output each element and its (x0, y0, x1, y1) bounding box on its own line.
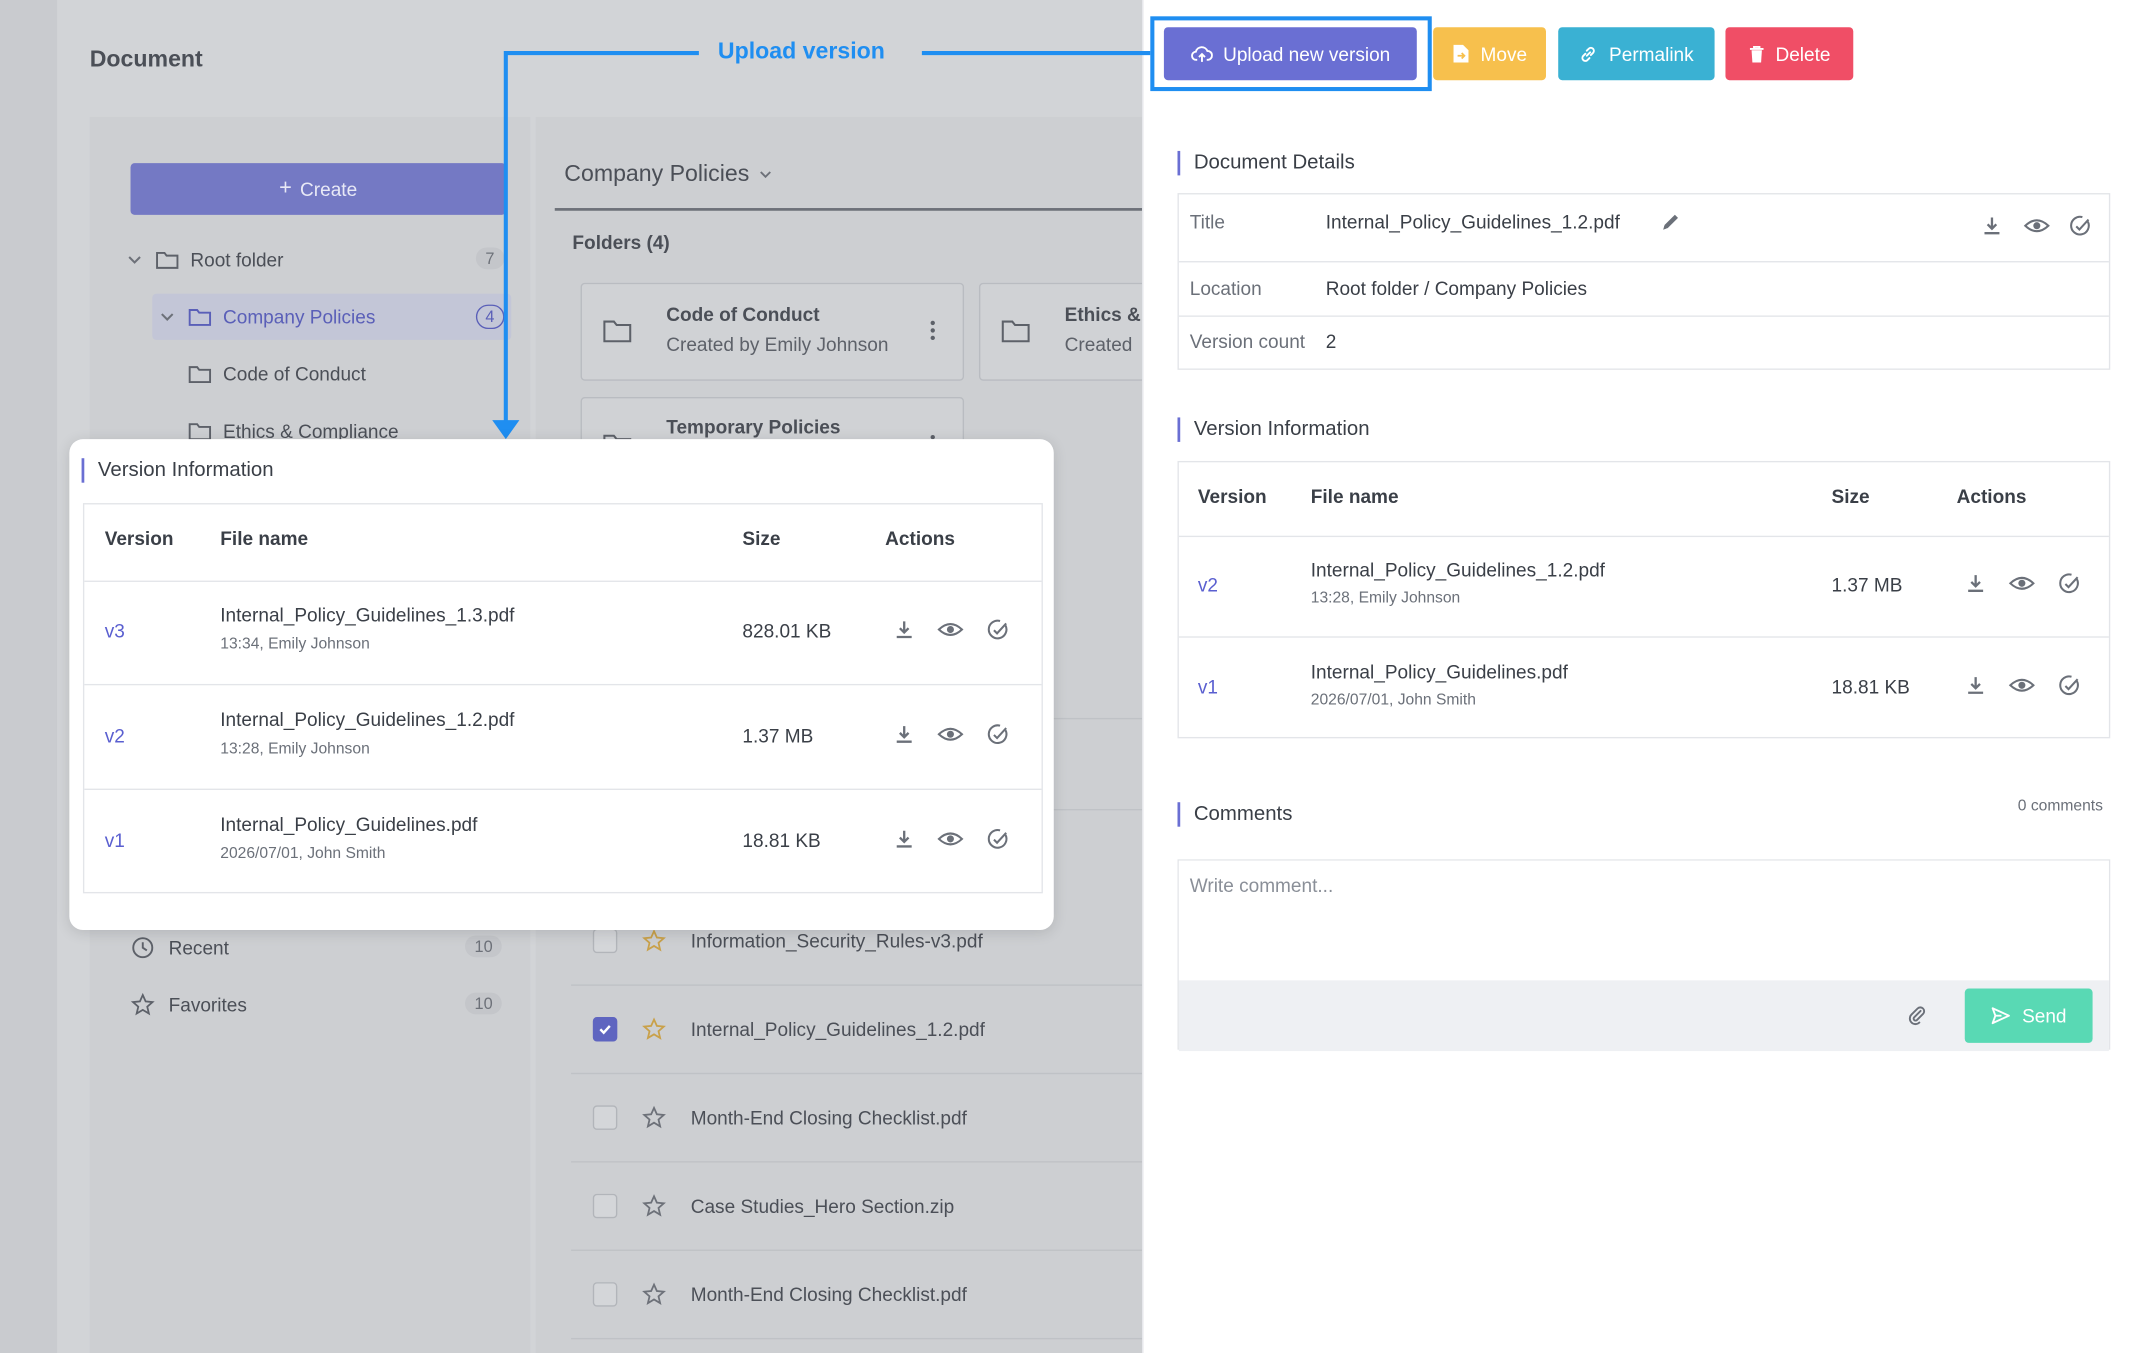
column-header-actions: Actions (885, 527, 955, 550)
eye-icon[interactable] (937, 619, 964, 641)
eye-icon[interactable] (937, 828, 964, 850)
download-icon[interactable] (893, 723, 915, 745)
callout-label: Upload version (717, 38, 885, 64)
column-header-size: Size (742, 527, 781, 550)
version-file-name: Internal_Policy_Guidelines.pdf (220, 813, 478, 835)
restore-check-icon[interactable] (986, 617, 1010, 641)
version-link[interactable]: v2 (105, 725, 125, 747)
version-meta: 2026/07/01, John Smith (220, 845, 386, 863)
version-link[interactable]: v3 (105, 620, 125, 642)
version-size: 828.01 KB (742, 620, 832, 642)
version-meta: 13:34, Emily Johnson (220, 636, 370, 653)
restore-check-icon[interactable] (986, 722, 1010, 746)
version-file-name: Internal_Policy_Guidelines_1.2.pdf (220, 708, 515, 731)
version-meta: 13:28, Emily Johnson (220, 741, 370, 758)
download-icon[interactable] (893, 619, 915, 641)
version-size: 18.81 KB (742, 829, 821, 852)
popup-version-table: Version File name Size Actions v3 Intern… (82, 503, 1043, 894)
version-size: 1.37 MB (742, 724, 814, 747)
table-divider (84, 788, 1042, 790)
popup-version-information-heading: Version Information (81, 458, 274, 483)
version-actions (893, 722, 1010, 746)
column-header-version: Version (104, 527, 174, 550)
eye-icon[interactable] (937, 723, 964, 745)
table-divider (84, 580, 1042, 582)
version-actions (893, 617, 1010, 641)
restore-check-icon[interactable] (986, 827, 1010, 851)
stage: Document + Create Root folder 7 Company … (0, 0, 2131, 1353)
column-header-file-name: File name (220, 527, 309, 550)
version-actions (893, 827, 1010, 851)
download-icon[interactable] (893, 828, 915, 850)
version-file-name: Internal_Policy_Guidelines_1.3.pdf (220, 603, 515, 626)
table-divider (84, 683, 1042, 686)
version-link[interactable]: v1 (105, 829, 125, 851)
version-info-popup: Version Information Version File name Si… (69, 439, 1054, 931)
